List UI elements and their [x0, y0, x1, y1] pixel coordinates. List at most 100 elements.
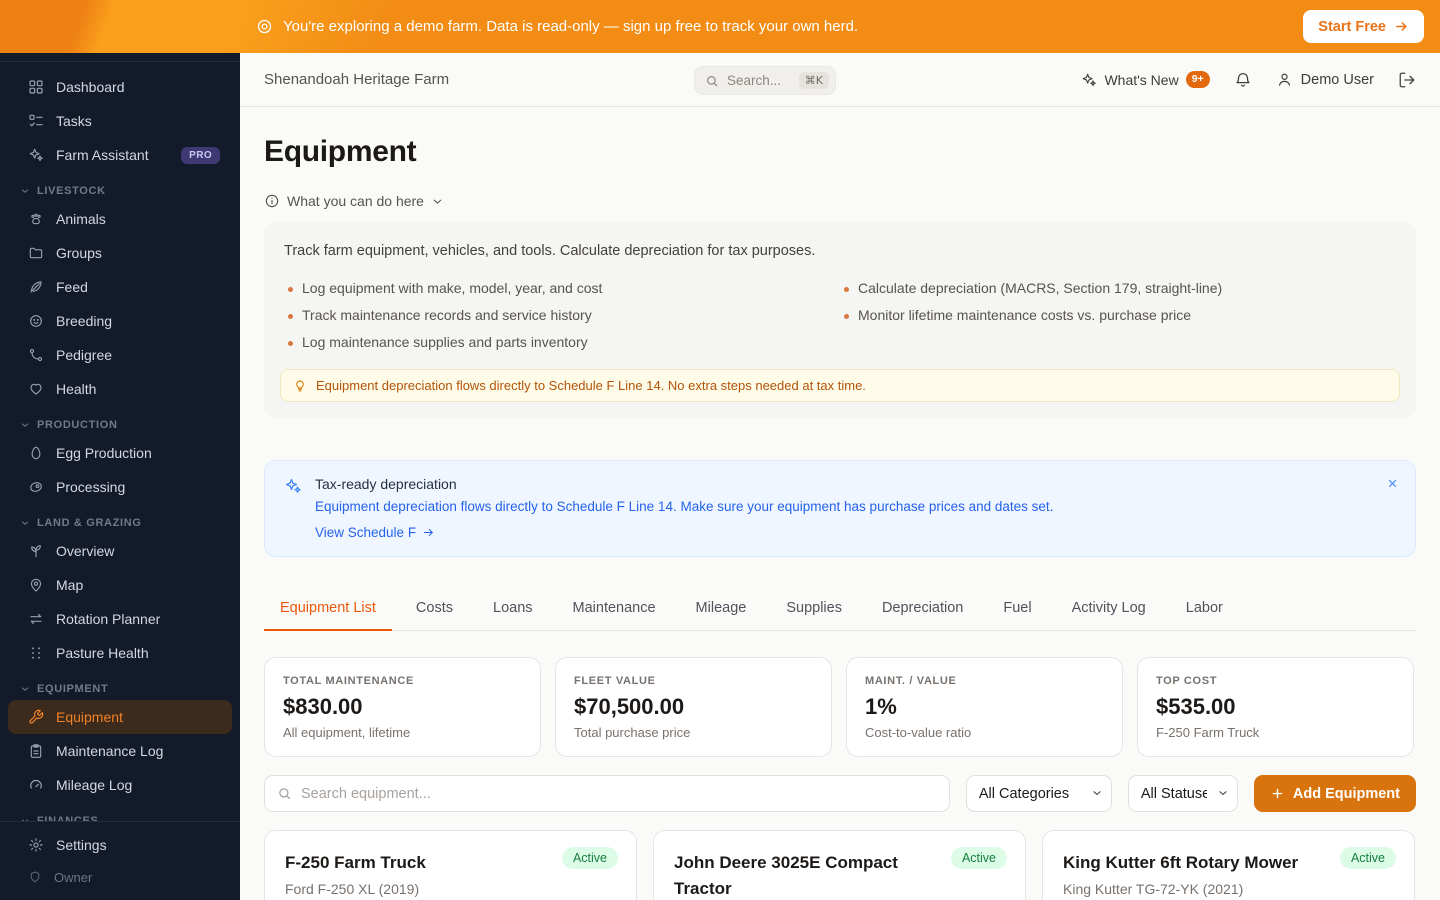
chevron-down-icon [20, 518, 30, 528]
sidebar-item-label: Equipment [56, 709, 123, 725]
help-bullets-left: Log equipment with make, model, year, an… [284, 269, 840, 350]
view-schedule-f-link[interactable]: View Schedule F [315, 525, 435, 540]
user-name: Demo User [1300, 71, 1374, 88]
sidebar-section-equipment[interactable]: EQUIPMENT [0, 677, 240, 700]
sidebar-item-settings[interactable]: Settings [8, 828, 232, 862]
equipment-search-input[interactable] [301, 785, 937, 802]
arrow-right-icon [1394, 19, 1409, 34]
sidebar-item-pedigree[interactable]: Pedigree [8, 338, 232, 372]
sidebar-item-map[interactable]: Map [8, 568, 232, 602]
sidebar-item-label: Rotation Planner [56, 611, 161, 627]
sidebar-item-dashboard[interactable]: Dashboard [8, 70, 232, 104]
section-title: LIVESTOCK [37, 185, 106, 197]
help-bullets-right: Calculate depreciation (MACRS, Section 1… [840, 269, 1396, 350]
sidebar-item-feed[interactable]: Feed [8, 270, 232, 304]
sidebar-user-role: Owner [8, 862, 232, 892]
search-icon [705, 74, 719, 88]
sidebar-item-label: Health [56, 381, 97, 397]
arrow-right-icon [422, 526, 435, 539]
sidebar-footer: Settings Owner [0, 821, 240, 900]
equipment-detail: King Kutter TG-72-YK (2021) [1063, 881, 1244, 898]
sidebar-item-farm-assistant[interactable]: Farm Assistant PRO [8, 138, 232, 172]
sidebar-section-livestock[interactable]: LIVESTOCK [0, 179, 240, 202]
sidebar-section-finances[interactable]: FINANCES [0, 809, 240, 821]
status-filter-select[interactable]: All Statuses [1127, 775, 1238, 812]
sidebar-item-maintenance-log[interactable]: Maintenance Log [8, 734, 232, 768]
status-filter-wrap: All Statuses [1127, 775, 1238, 812]
close-icon[interactable] [1384, 475, 1401, 492]
chevron-down-icon [20, 420, 30, 430]
equipment-name: John Deere 3025E Compact Tractor [674, 853, 898, 899]
search-icon [277, 786, 292, 801]
sidebar-item-groups[interactable]: Groups [8, 236, 232, 270]
top-bar: Shenandoah Heritage Farm Search... ⌘K Wh… [240, 53, 1440, 107]
sidebar-item-mileage-log[interactable]: Mileage Log [8, 768, 232, 802]
sidebar-item-overview[interactable]: Overview [8, 534, 232, 568]
sidebar-top-divider [0, 53, 240, 62]
status-badge: Active [1339, 847, 1396, 869]
add-equipment-button[interactable]: Add Equipment [1253, 775, 1416, 812]
tab-fuel[interactable]: Fuel [987, 600, 1047, 630]
start-free-label: Start Free [1318, 18, 1386, 35]
user-menu[interactable]: Demo User [1276, 71, 1374, 88]
sidebar-item-health[interactable]: Health [8, 372, 232, 406]
help-bullet: Calculate depreciation (MACRS, Section 1… [840, 280, 1396, 296]
add-equipment-label: Add Equipment [1292, 785, 1400, 802]
help-toggle[interactable]: What you can do here [264, 193, 444, 209]
tab-loans[interactable]: Loans [477, 600, 549, 630]
pro-badge: PRO [181, 146, 220, 164]
lightbulb-icon [293, 379, 307, 393]
tab-costs[interactable]: Costs [400, 600, 469, 630]
shield-icon [28, 870, 42, 884]
help-bullet: Log maintenance supplies and parts inven… [284, 334, 840, 350]
sidebar-item-label: Map [56, 577, 84, 593]
sidebar-item-tasks[interactable]: Tasks [8, 104, 232, 138]
link-label: View Schedule F [315, 525, 417, 540]
category-filter-select[interactable]: All Categories [965, 775, 1112, 812]
sidebar-item-rotation-planner[interactable]: Rotation Planner [8, 602, 232, 636]
tasks-icon [28, 113, 44, 129]
tab-equipment-list[interactable]: Equipment List [264, 600, 392, 631]
dashboard-icon [28, 79, 44, 95]
tab-mileage[interactable]: Mileage [680, 600, 763, 630]
tab-maintenance[interactable]: Maintenance [557, 600, 672, 630]
tax-tip-text: Equipment depreciation flows directly to… [316, 378, 866, 393]
stat-card-maint-value: MAINT. / VALUE 1% Cost-to-value ratio [846, 657, 1123, 757]
sidebar-item-equipment[interactable]: Equipment [8, 700, 232, 734]
tax-tip-banner: Equipment depreciation flows directly to… [280, 369, 1400, 402]
sidebar-section-land-grazing[interactable]: LAND & GRAZING [0, 511, 240, 534]
role-label: Owner [54, 869, 93, 885]
whats-new-button[interactable]: What's New 9+ [1081, 71, 1210, 88]
help-bullet: Monitor lifetime maintenance costs vs. p… [840, 307, 1396, 323]
sidebar-item-pasture-health[interactable]: Pasture Health [8, 636, 232, 670]
stat-label: TOP COST [1156, 675, 1218, 687]
notifications-bell-button[interactable] [1232, 69, 1254, 91]
whats-new-count-badge: 9+ [1185, 71, 1210, 88]
eye-icon [256, 18, 273, 35]
tab-labor[interactable]: Labor [1170, 600, 1239, 630]
logout-button[interactable] [1396, 69, 1418, 91]
start-free-button[interactable]: Start Free [1303, 10, 1424, 43]
stat-sub: All equipment, lifetime [283, 725, 411, 740]
global-search[interactable]: Search... ⌘K [694, 66, 836, 95]
equipment-card-king-kutter[interactable]: King Kutter 6ft Rotary Mower Active King… [1042, 830, 1415, 900]
sidebar-item-egg-production[interactable]: Egg Production [8, 436, 232, 470]
equipment-card-john-deere[interactable]: John Deere 3025E Compact Tractor Active … [653, 830, 1026, 900]
tax-ready-callout: Tax-ready depreciation Equipment depreci… [264, 460, 1416, 557]
equipment-card-f250[interactable]: F-250 Farm Truck Active Ford F-250 XL (2… [264, 830, 637, 900]
stat-sub: Cost-to-value ratio [865, 725, 972, 740]
tab-depreciation[interactable]: Depreciation [866, 600, 979, 630]
sidebar-item-breeding[interactable]: Breeding [8, 304, 232, 338]
sidebar-item-processing[interactable]: Processing [8, 470, 232, 504]
sidebar-item-label: Overview [56, 543, 115, 559]
sparkles-icon [284, 477, 302, 540]
stat-label: MAINT. / VALUE [865, 675, 957, 687]
sidebar-item-label: Pasture Health [56, 645, 149, 661]
stat-label: TOTAL MAINTENANCE [283, 675, 414, 687]
tab-supplies[interactable]: Supplies [770, 600, 858, 630]
sidebar-section-production[interactable]: PRODUCTION [0, 413, 240, 436]
meat-icon [28, 479, 44, 495]
pasture-grid-icon [28, 645, 44, 661]
tab-activity-log[interactable]: Activity Log [1056, 600, 1162, 630]
sidebar-item-animals[interactable]: Animals [8, 202, 232, 236]
